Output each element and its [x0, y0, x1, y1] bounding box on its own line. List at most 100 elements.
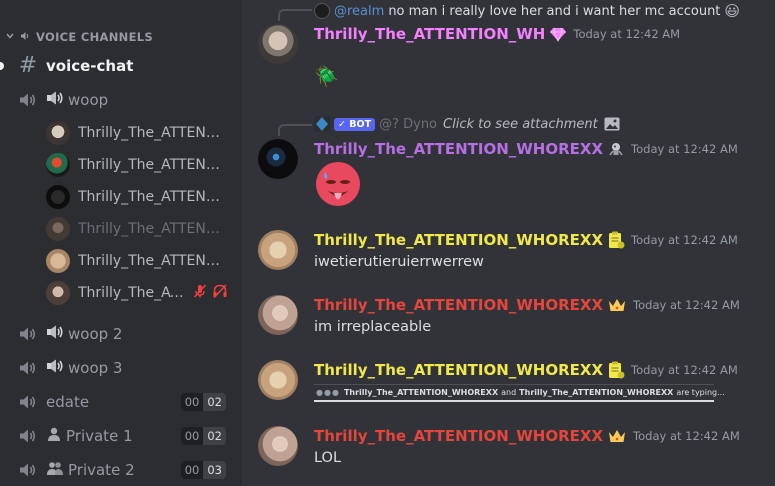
smile-emoji: 😃	[724, 2, 741, 20]
reply-text[interactable]: Click to see attachment	[443, 117, 598, 132]
voice-user-name: Thrilly_The_ATTENTIO...	[78, 125, 226, 141]
reply-connector	[278, 9, 312, 21]
speaker-icon	[16, 428, 40, 444]
timestamp: Today at 12:42 AM	[573, 27, 681, 41]
speaker-icon	[16, 326, 40, 342]
bot-tag: ✓ BOT	[334, 117, 376, 131]
reply-mention[interactable]: @? Dyno	[379, 117, 437, 132]
channel-name: edate	[46, 393, 90, 411]
speaker-icon	[16, 394, 40, 410]
voice-user[interactable]: Thrilly_The_ATTENTIO...	[46, 247, 234, 275]
speaker-emoji-icon	[46, 90, 64, 110]
voice-user[interactable]: Thrilly_The_ATTENTIO...	[46, 151, 234, 179]
channel-private-1[interactable]: Private 1 00 02	[8, 421, 234, 451]
speaker-icon	[16, 462, 40, 478]
timestamp: Today at 12:42 AM	[633, 429, 740, 443]
typing-user: Thrilly_The_ATTENTION_WHOREXX	[343, 388, 499, 397]
voice-user[interactable]: Thrilly_The_ATTENTIO...	[46, 183, 234, 211]
image-icon	[604, 117, 620, 131]
deafened-headset-icon	[212, 283, 228, 303]
gem-icon	[549, 26, 567, 42]
avatar	[46, 249, 70, 273]
message-content: iwetierutieruierrwerrew	[314, 254, 484, 270]
channel-woop[interactable]: woop	[8, 85, 234, 115]
channel-woop-2[interactable]: woop 2	[8, 319, 234, 349]
voice-user-name: Thrilly_The_ATTENTIO...	[78, 189, 226, 205]
avatar[interactable]	[258, 139, 298, 179]
user-limit-badge: 00 02	[180, 393, 226, 411]
reply-text: no man i really love her and i want her …	[388, 3, 721, 19]
avatar	[46, 153, 70, 177]
reply-mention[interactable]: @realm	[334, 4, 384, 19]
channel-sidebar: VOICE CHANNELS # voice-chat woop Thrilly…	[0, 0, 242, 486]
author-name[interactable]: Thrilly_The_ATTENTION_WHOREXX	[314, 361, 603, 379]
voice-user-name: Thrilly_The_ATTENTIO...	[78, 253, 226, 269]
author-name[interactable]: Thrilly_The_ATTENTION_WHOREXX	[314, 140, 603, 158]
channel-name: woop 2	[68, 325, 123, 343]
author-name[interactable]: Thrilly_The_ATTENTION_WH	[314, 25, 545, 43]
user-limit: 03	[203, 461, 226, 479]
channel-edate[interactable]: edate 00 02	[8, 387, 234, 417]
speaker-emoji-icon	[20, 30, 30, 44]
speaker-icon	[16, 360, 40, 376]
voice-user-name: Thrilly_The_ATTENTIO...	[78, 157, 226, 173]
hot-face-emoji	[314, 160, 362, 212]
user-limit-badge: 00 02	[180, 427, 226, 445]
typing-indicator: ●●● Thrilly_The_ATTENTION_WHOREXX and Th…	[314, 384, 725, 402]
author-name[interactable]: Thrilly_The_ATTENTION_WHOREXX	[314, 427, 603, 445]
message-content: im irreplaceable	[314, 319, 432, 335]
channel-private-2[interactable]: Private 2 00 03	[8, 455, 234, 485]
clipboard-icon	[607, 231, 625, 249]
typing-suffix: are typing...	[676, 388, 725, 397]
avatar	[46, 281, 70, 305]
avatar	[46, 121, 70, 145]
channel-name: Private 2	[68, 461, 135, 479]
user-limit: 02	[203, 427, 226, 445]
user-count: 00	[180, 393, 204, 411]
channel-name: voice-chat	[46, 57, 134, 75]
message-list: @realm no man i really love her and i wa…	[242, 0, 775, 486]
channel-woop-3[interactable]: woop 3	[8, 353, 234, 383]
person-emoji-icon	[46, 426, 62, 446]
clipboard-icon	[607, 361, 625, 379]
avatar[interactable]	[258, 295, 298, 335]
voice-channels-category[interactable]: VOICE CHANNELS	[6, 28, 153, 46]
category-label: VOICE CHANNELS	[36, 30, 153, 44]
typing-connector: and	[501, 388, 517, 397]
channel-name: woop	[68, 91, 109, 109]
voice-user[interactable]: Thrilly_The_ATTENTIO...	[46, 119, 234, 147]
voice-user-name: Thrilly_The_ATTENTIO...	[78, 221, 226, 237]
voice-user[interactable]: Thrilly_The_ATTENTIO...	[46, 215, 234, 243]
avatar[interactable]	[258, 24, 298, 64]
author-name[interactable]: Thrilly_The_ATTENTION_WHOREXX	[314, 296, 603, 314]
reply-preview[interactable]: ✓ BOT @? Dyno Click to see attachment	[314, 116, 620, 132]
avatar[interactable]	[258, 360, 298, 400]
robot-icon	[607, 141, 625, 157]
typing-dots-icon: ●●●	[316, 388, 340, 397]
avatar[interactable]	[258, 426, 298, 466]
timestamp: Today at 12:42 AM	[631, 363, 738, 377]
voice-user[interactable]: Thrilly_The_AT...	[46, 279, 234, 307]
timestamp: Today at 12:42 AM	[633, 298, 740, 312]
message-emoji: 🪲	[314, 64, 339, 88]
speaker-emoji-icon	[46, 358, 64, 378]
crown-icon	[607, 428, 627, 444]
user-limit-badge: 00 03	[180, 461, 226, 479]
avatar	[46, 217, 70, 241]
avatar	[46, 185, 70, 209]
avatar[interactable]	[258, 230, 298, 270]
chevron-down-icon	[6, 32, 16, 42]
avatar	[314, 3, 330, 19]
channel-name: Private 1	[66, 427, 133, 445]
timestamp: Today at 12:42 AM	[631, 233, 738, 247]
typing-user: Thrilly_The_ATTENTION_WHOREXX	[519, 388, 674, 397]
voice-user-name: Thrilly_The_AT...	[78, 285, 188, 301]
hash-icon: #	[18, 53, 38, 78]
channel-name: woop 3	[68, 359, 123, 377]
user-count: 00	[180, 427, 204, 445]
reply-preview[interactable]: @realm no man i really love her and i wa…	[314, 2, 740, 20]
author-name[interactable]: Thrilly_The_ATTENTION_WHOREXX	[314, 231, 603, 249]
unread-pill	[0, 62, 4, 70]
message-content: LOL	[314, 450, 342, 466]
channel-voice-chat[interactable]: # voice-chat	[8, 51, 234, 81]
